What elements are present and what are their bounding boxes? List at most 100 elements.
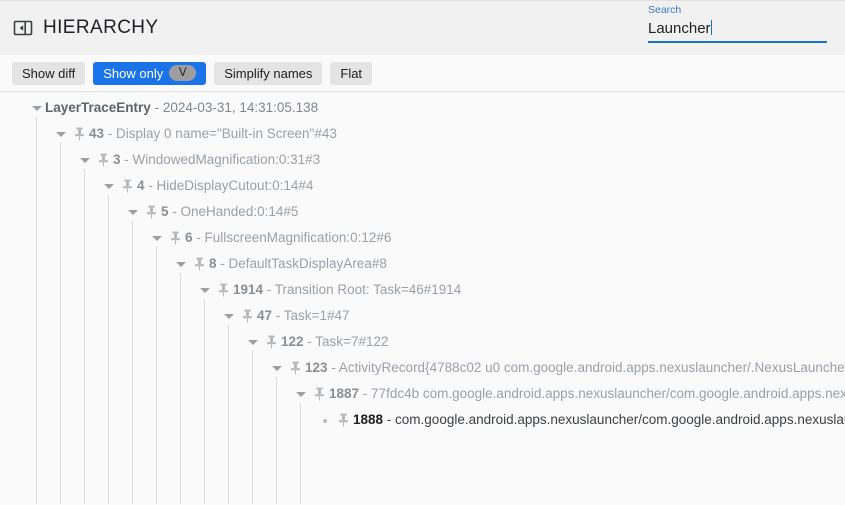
tree-node-label: 123 - ActivityRecord{4788c02 u0 com.goog…	[305, 355, 845, 381]
pin-icon[interactable]	[240, 303, 254, 329]
tree-node-row[interactable]: 122 - Task=7#122	[245, 329, 845, 355]
pin-icon[interactable]	[312, 381, 326, 407]
tree-node-label: 122 - Task=7#122	[281, 329, 388, 355]
tree-node-detail: Task=7#122	[315, 334, 388, 349]
tree-node-detail: HideDisplayCutout:0:14#4	[157, 178, 314, 193]
pin-icon[interactable]	[336, 407, 350, 433]
tree-node-row[interactable]: 123 - ActivityRecord{4788c02 u0 com.goog…	[269, 355, 845, 381]
tree-node-id: LayerTraceEntry	[45, 100, 151, 115]
toolbar-chip-pill[interactable]: V	[169, 65, 196, 81]
chevron-down-icon[interactable]	[197, 277, 213, 303]
chevron-down-icon[interactable]	[245, 329, 261, 355]
tree-node-detail: WindowedMagnification:0:31#3	[133, 152, 321, 167]
toolbar-chip-simplify-names[interactable]: Simplify names	[214, 62, 322, 85]
chevron-down-icon[interactable]	[101, 173, 117, 199]
tree-node[interactable]: 43 - Display 0 name="Built-in Screen"#43	[0, 121, 845, 147]
tree-node-label: 6 - FullscreenMagnification:0:12#6	[185, 225, 391, 251]
tree-node-row[interactable]: 43 - Display 0 name="Built-in Screen"#43	[53, 121, 845, 147]
tree-node-separator: -	[383, 412, 395, 427]
tree-node-row[interactable]: LayerTraceEntry - 2024-03-31, 14:31:05.1…	[29, 95, 845, 121]
tree-node-row[interactable]: 6 - FullscreenMagnification:0:12#6	[149, 225, 845, 251]
tree-node-id: 4	[137, 178, 145, 193]
chevron-down-icon[interactable]	[293, 381, 309, 407]
tree-leaf-bullet-icon	[317, 407, 333, 433]
tree-node-separator: -	[104, 126, 116, 141]
tree-node-detail: 77fdc4b com.google.android.apps.nexuslau…	[371, 386, 845, 401]
tree-node-label: 5 - OneHanded:0:14#5	[161, 199, 298, 225]
tree-node[interactable]: 3 - WindowedMagnification:0:31#3	[0, 147, 845, 173]
chevron-down-icon[interactable]	[269, 355, 285, 381]
tree-node-row[interactable]: 3 - WindowedMagnification:0:31#3	[77, 147, 845, 173]
chevron-down-icon[interactable]	[149, 225, 165, 251]
tree-node[interactable]: 123 - ActivityRecord{4788c02 u0 com.goog…	[0, 355, 845, 381]
tree-node-separator: -	[151, 100, 163, 115]
filter-toolbar: Show diff Show only V Simplify names Flat	[0, 55, 845, 92]
panel-header: HIERARCHY Search Launcher	[0, 0, 845, 55]
tree-node[interactable]: 1887 - 77fdc4b com.google.android.apps.n…	[0, 381, 845, 407]
pin-icon[interactable]	[264, 329, 278, 355]
tree-node-id: 1888	[353, 412, 383, 427]
tree-node-separator: -	[263, 282, 275, 297]
tree-node-row[interactable]: 5 - OneHanded:0:14#5	[125, 199, 845, 225]
tree-node[interactable]: 8 - DefaultTaskDisplayArea#8	[0, 251, 845, 277]
chevron-down-icon[interactable]	[53, 121, 69, 147]
pin-icon[interactable]	[96, 147, 110, 173]
tree-node[interactable]: 1888 - com.google.android.apps.nexuslaun…	[0, 407, 845, 433]
toolbar-chip-show-diff[interactable]: Show diff	[12, 62, 85, 85]
pin-icon[interactable]	[288, 355, 302, 381]
pin-icon[interactable]	[72, 121, 86, 147]
search-input[interactable]: Launcher	[648, 18, 827, 43]
tree-node-detail: Display 0 name="Built-in Screen"#43	[116, 126, 337, 141]
page-title: HIERARCHY	[43, 17, 159, 39]
tree-guide-line	[36, 117, 37, 504]
tree-node[interactable]: 6 - FullscreenMagnification:0:12#6	[0, 225, 845, 251]
tree-node-detail: FullscreenMagnification:0:12#6	[205, 230, 392, 245]
tree-node-separator: -	[359, 386, 371, 401]
tree-node-detail: ActivityRecord{4788c02 u0 com.google.and…	[339, 360, 845, 375]
tree-guide-line	[228, 325, 229, 504]
tree-node[interactable]: 47 - Task=1#47	[0, 303, 845, 329]
tree-guide-line	[276, 377, 277, 504]
collapse-panel-icon[interactable]	[13, 18, 33, 38]
toolbar-chip-show-only[interactable]: Show only V	[93, 62, 206, 85]
pin-icon[interactable]	[144, 199, 158, 225]
chevron-down-icon[interactable]	[125, 199, 141, 225]
chevron-down-icon[interactable]	[77, 147, 93, 173]
tree-node-id: 43	[89, 126, 104, 141]
pin-icon[interactable]	[216, 277, 230, 303]
tree-node[interactable]: 1914 - Transition Root: Task=46#1914	[0, 277, 845, 303]
toolbar-chip-flat[interactable]: Flat	[330, 62, 372, 85]
tree-node-row[interactable]: 47 - Task=1#47	[221, 303, 845, 329]
tree-node-label: 47 - Task=1#47	[257, 303, 349, 329]
tree-node[interactable]: LayerTraceEntry - 2024-03-31, 14:31:05.1…	[0, 95, 845, 121]
tree-node-detail: Task=1#47	[284, 308, 350, 323]
tree-node-row[interactable]: 1914 - Transition Root: Task=46#1914	[197, 277, 845, 303]
pin-icon[interactable]	[192, 251, 206, 277]
tree-node-label: 8 - DefaultTaskDisplayArea#8	[209, 251, 387, 277]
tree-guide-line	[156, 247, 157, 504]
tree-node-row[interactable]: 1887 - 77fdc4b com.google.android.apps.n…	[293, 381, 845, 407]
tree-guide-line	[180, 273, 181, 504]
tree-node[interactable]: 5 - OneHanded:0:14#5	[0, 199, 845, 225]
tree-node-id: 1887	[329, 386, 359, 401]
tree-guide-line	[60, 143, 61, 504]
tree-node-row[interactable]: 4 - HideDisplayCutout:0:14#4	[101, 173, 845, 199]
hierarchy-tree[interactable]: LayerTraceEntry - 2024-03-31, 14:31:05.1…	[0, 92, 845, 504]
pin-icon[interactable]	[120, 173, 134, 199]
text-cursor	[711, 20, 712, 35]
chevron-down-icon[interactable]	[173, 251, 189, 277]
pin-icon[interactable]	[168, 225, 182, 251]
tree-node[interactable]: 122 - Task=7#122	[0, 329, 845, 355]
toolbar-chip-label: Show only	[103, 62, 163, 85]
tree-node-row[interactable]: 8 - DefaultTaskDisplayArea#8	[173, 251, 845, 277]
tree-node-id: 1914	[233, 282, 263, 297]
tree-node-row[interactable]: 1888 - com.google.android.apps.nexuslaun…	[317, 407, 845, 433]
search-label: Search	[648, 3, 827, 17]
chevron-down-icon[interactable]	[221, 303, 237, 329]
chevron-down-icon[interactable]	[29, 95, 45, 121]
tree-guide-line	[132, 221, 133, 504]
tree-node[interactable]: 4 - HideDisplayCutout:0:14#4	[0, 173, 845, 199]
tree-node-id: 5	[161, 204, 169, 219]
search-field: Search Launcher	[648, 3, 827, 43]
tree-guide-line	[108, 195, 109, 504]
